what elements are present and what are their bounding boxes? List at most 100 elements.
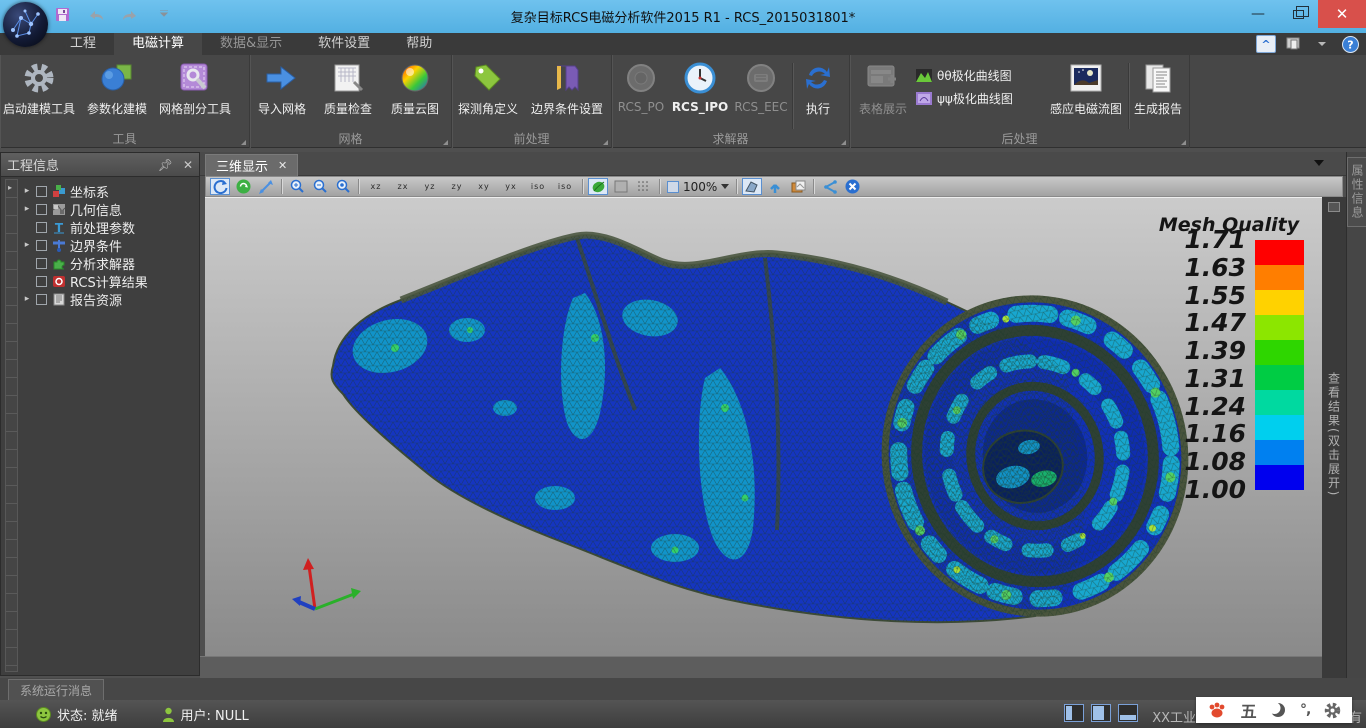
tab-project[interactable]: 工程: [52, 33, 114, 55]
view-yx-button[interactable]: yx: [499, 178, 523, 195]
view-xy-button[interactable]: xy: [472, 178, 496, 195]
psi-curve-button[interactable]: ψψ极化曲线图: [916, 90, 1044, 107]
tree-item-boundary-conditions[interactable]: ▸ 边界条件: [18, 236, 199, 254]
tab-close-icon[interactable]: ✕: [278, 159, 287, 172]
ime-moon-icon[interactable]: [1270, 702, 1286, 718]
tree-checkbox[interactable]: [36, 258, 47, 269]
dialog-launcher-icon[interactable]: [841, 140, 846, 145]
points-mode-button[interactable]: [634, 178, 654, 195]
expand-arrow-icon[interactable]: ▸: [22, 186, 32, 196]
quality-check-button[interactable]: 质量检查: [314, 59, 382, 117]
ime-punctuation-mode[interactable]: °,: [1300, 702, 1310, 718]
zoom-scale-select[interactable]: 100%: [665, 180, 731, 194]
cancel-button[interactable]: [842, 178, 862, 195]
dialog-launcher-icon[interactable]: [241, 140, 246, 145]
quality-cloud-button[interactable]: 质量云图: [382, 59, 448, 117]
induced-current-button[interactable]: 感应电磁流图: [1044, 59, 1128, 117]
app-logo: [3, 2, 48, 47]
system-message-tab[interactable]: 系统运行消息: [8, 679, 104, 700]
refresh-view-button[interactable]: [233, 178, 253, 195]
tab-list-dropdown-icon[interactable]: [1314, 160, 1324, 166]
generate-report-button[interactable]: 生成报告: [1129, 59, 1187, 117]
ime-paw-icon[interactable]: [1207, 701, 1227, 719]
view-results-tab[interactable]: 查看结果(双击展开): [1326, 372, 1343, 497]
window-style-icon[interactable]: [1284, 35, 1304, 53]
tree-item-geometry-info[interactable]: ▸ 几何信息: [18, 200, 199, 218]
collapse-ribbon-icon[interactable]: ^: [1256, 35, 1276, 53]
tree-item-coordinate-system[interactable]: ▸ 坐标系: [18, 182, 199, 200]
dialog-launcher-icon[interactable]: [443, 140, 448, 145]
expand-arrow-icon[interactable]: ▸: [22, 294, 32, 304]
tree-gutter[interactable]: ▸: [5, 179, 18, 672]
mesh-tool-button[interactable]: 网格剖分工具: [156, 59, 234, 117]
tree-checkbox[interactable]: [36, 222, 47, 233]
tree-checkbox[interactable]: [36, 240, 47, 251]
layout-split-button[interactable]: [1091, 704, 1111, 722]
rotate-view-button[interactable]: [210, 178, 230, 195]
panel-expand-icon[interactable]: [1328, 202, 1340, 212]
trace-button[interactable]: [819, 178, 839, 195]
tree-item-preprocess-params[interactable]: T 前处理参数: [18, 218, 199, 236]
close-button[interactable]: ✕: [1318, 0, 1366, 28]
probe-angle-button[interactable]: 探测角定义: [452, 59, 524, 117]
expand-arrow-icon[interactable]: ▸: [22, 204, 32, 214]
zoom-in-button[interactable]: [287, 178, 307, 195]
view-yz-button[interactable]: yz: [418, 178, 442, 195]
layout-bottom-button[interactable]: [1118, 704, 1138, 722]
tree-checkbox[interactable]: [36, 294, 47, 305]
layout-left-button[interactable]: [1064, 704, 1084, 722]
tree-item-report-resources[interactable]: ▸ 报告资源: [18, 290, 199, 308]
help-icon[interactable]: ?: [1340, 35, 1360, 53]
flat-mode-button[interactable]: [611, 178, 631, 195]
3d-viewport-canvas[interactable]: Mesh Quality 1.71 1.63 1.55 1.47 1.39 1.…: [205, 197, 1322, 656]
parametric-modeling-button[interactable]: 参数化建模: [78, 59, 156, 117]
arrow-down-button[interactable]: [765, 178, 785, 195]
viewport-tab-bar: 三维显示 ✕: [200, 152, 1346, 176]
ime-gear-icon[interactable]: [1324, 702, 1341, 719]
dialog-launcher-icon[interactable]: [1181, 140, 1186, 145]
panel-close-icon[interactable]: ✕: [183, 158, 193, 172]
tab-help[interactable]: 帮助: [388, 33, 450, 55]
property-info-tab[interactable]: 属性信息: [1347, 157, 1366, 227]
start-modeling-button[interactable]: 启动建模工具: [0, 59, 78, 117]
view-xz-button[interactable]: xz: [364, 178, 388, 195]
zoom-extents-button[interactable]: [333, 178, 353, 195]
tree-item-rcs-results[interactable]: RCS计算结果: [18, 272, 199, 290]
tree-checkbox[interactable]: [36, 186, 47, 197]
tab-em-compute[interactable]: 电磁计算: [114, 33, 202, 55]
shaded-mode-button[interactable]: [588, 178, 608, 195]
minimize-button[interactable]: —: [1238, 0, 1278, 28]
execute-button[interactable]: 执行: [793, 59, 843, 117]
view-iso2-button[interactable]: iso: [553, 178, 577, 195]
view-zy-button[interactable]: zy: [445, 178, 469, 195]
tab-settings[interactable]: 软件设置: [300, 33, 388, 55]
tab-3d-display[interactable]: 三维显示 ✕: [205, 154, 298, 176]
view-zx-button[interactable]: zx: [391, 178, 415, 195]
export-image-button[interactable]: [788, 178, 808, 195]
view-iso-button[interactable]: iso: [526, 178, 550, 195]
divider: [813, 179, 814, 194]
ime-wubi-mode[interactable]: 五: [1241, 698, 1257, 722]
window-style-dropdown-icon[interactable]: [1312, 35, 1332, 53]
theta-curve-button[interactable]: θθ极化曲线图: [916, 67, 1044, 84]
legend-color-block: [1255, 315, 1304, 340]
table-icon: [866, 59, 900, 97]
table-display-button[interactable]: 表格展示: [850, 59, 916, 117]
solver-rcs-eec-button[interactable]: RCS_EEC: [730, 59, 792, 114]
boundary-settings-button[interactable]: 边界条件设置: [524, 59, 610, 117]
solver-rcs-ipo-button[interactable]: RCS_IPO: [670, 59, 730, 114]
tree-checkbox[interactable]: [36, 204, 47, 215]
dialog-launcher-icon[interactable]: [603, 140, 608, 145]
pin-icon[interactable]: 📌︎: [158, 158, 173, 172]
zoom-out-button[interactable]: [310, 178, 330, 195]
tab-data-display[interactable]: 数据&显示: [202, 33, 300, 55]
tree-checkbox[interactable]: [36, 276, 47, 287]
tree-item-analysis-solver[interactable]: 分析求解器: [18, 254, 199, 272]
tag-icon: [472, 59, 504, 97]
pan-view-button[interactable]: [256, 178, 276, 195]
solver-rcs-po-button[interactable]: RCS_PO: [612, 59, 670, 114]
mesh-display-button[interactable]: [742, 178, 762, 195]
expand-arrow-icon[interactable]: ▸: [22, 240, 32, 250]
restore-button[interactable]: [1278, 0, 1318, 28]
import-mesh-button[interactable]: 导入网格: [250, 59, 314, 117]
